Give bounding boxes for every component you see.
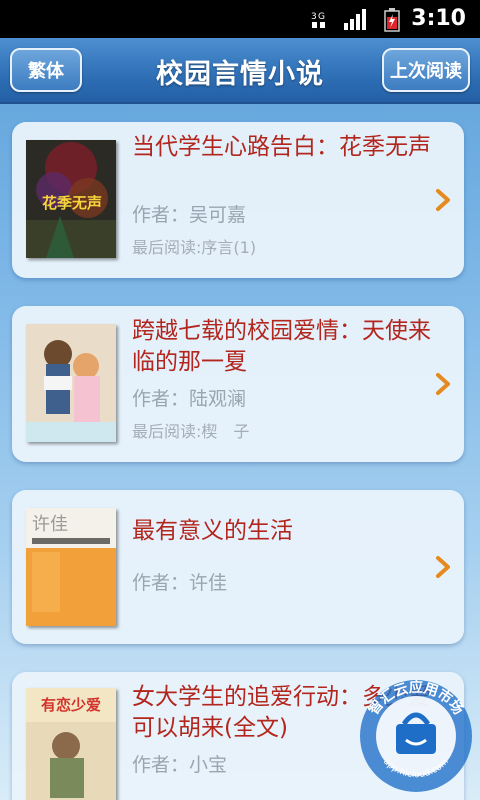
data-3g-icon: 3 G [311, 12, 325, 28]
book-cover: 许佳 [26, 508, 116, 626]
status-bar: 3 G 3:10 [0, 0, 480, 38]
book-cover [26, 324, 116, 442]
book-title: 跨越七载的校园爱情：天使来临的那一夏 [132, 318, 431, 375]
book-title: 最有意义的生活 [132, 518, 293, 544]
book-cover: 花季无声 [26, 140, 116, 258]
book-item[interactable]: 许佳 最有意义的生活 作者：许佳 [12, 490, 464, 644]
cover-title: 有恋少爱 [41, 696, 101, 714]
cover-title: 许佳 [32, 514, 68, 535]
book-cover: 有恋少爱 [26, 688, 116, 800]
signal-icon [344, 9, 366, 30]
svg-text:G: G [318, 12, 325, 22]
chevron-right-icon [436, 373, 450, 395]
app-header: 繁体 校园言情小说 上次阅读 [0, 38, 480, 104]
battery-charging-icon [384, 8, 400, 32]
hicloud-watermark-icon: 智汇云应用市场 app.hicloud.com [360, 679, 472, 792]
status-time: 3:10 [411, 6, 466, 31]
chevron-right-icon [436, 189, 450, 211]
book-last-read: 最后阅读:序言(1) [132, 238, 257, 257]
svg-text:3: 3 [311, 12, 317, 22]
book-author: 作者：陆观澜 [132, 388, 247, 410]
chevron-right-icon [436, 556, 450, 578]
cover-title: 花季无声 [42, 194, 102, 212]
book-title: 当代学生心路告白：花季无声 [132, 134, 431, 160]
book-item[interactable]: 花季无声 当代学生心路告白：花季无声 作者：吴可嘉 最后阅读:序言(1) [12, 122, 464, 278]
book-last-read: 最后阅读:楔 子 [132, 422, 250, 441]
book-item[interactable]: 跨越七载的校园爱情：天使来临的那一夏 作者：陆观澜 最后阅读:楔 子 [12, 306, 464, 462]
book-author: 作者：许佳 [132, 572, 228, 594]
book-author: 作者：吴可嘉 [132, 204, 247, 226]
last-read-button[interactable]: 上次阅读 [382, 48, 470, 92]
